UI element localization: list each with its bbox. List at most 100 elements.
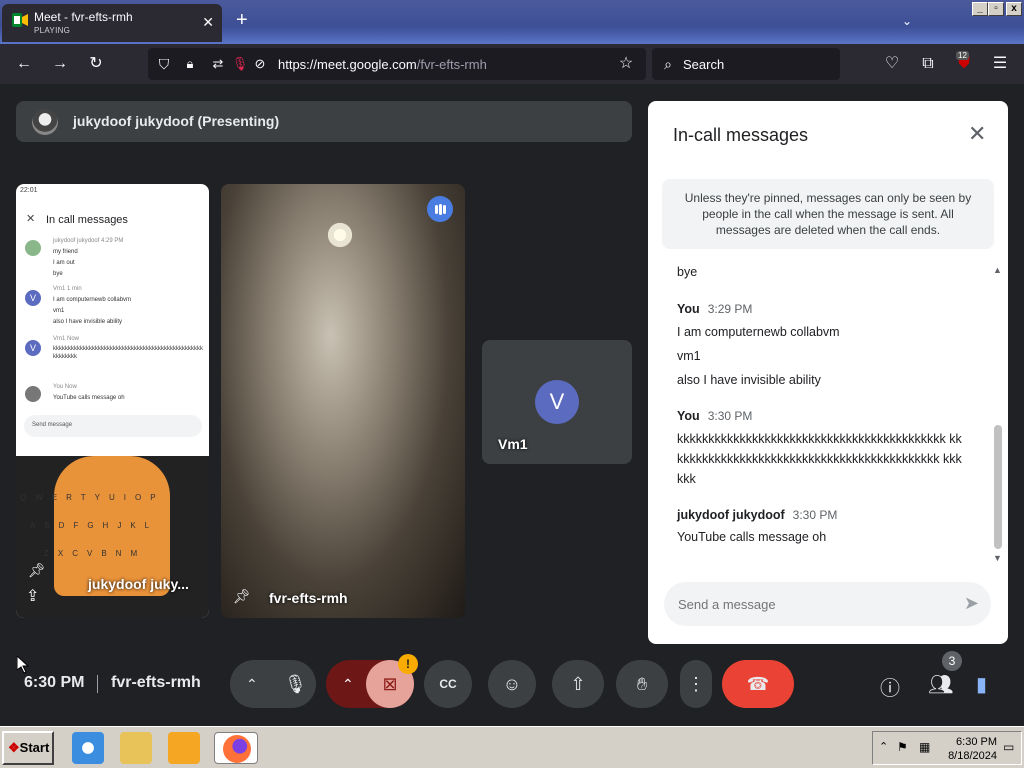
current-time: 6:30 PM [24,674,85,691]
leave-call-button[interactable]: ☎︎ [722,660,794,708]
participant-tile-vm1[interactable]: V Vm1 [482,340,632,464]
pin-icon[interactable]: 📌︎ [233,588,251,605]
maximize-window-button[interactable]: ▫ [988,2,1004,16]
tab-title: Meet - fvr-efts-rmh [34,10,133,24]
tracking-off-icon[interactable]: ⊘ [250,54,270,74]
phone-msg-sender: Vm1 Now [53,336,80,342]
clock-time[interactable]: 6:30 PM [947,736,997,748]
search-icon: ⌕ [664,56,672,72]
camera-off-icon: ⊠ [382,674,398,694]
chevron-up-icon[interactable]: ⌃ [342,660,354,708]
message-input-container: ➤ [664,582,991,626]
presenting-label: jukydoof jukydoof (Presenting) [73,113,280,129]
firefox-taskbar-button[interactable] [214,732,258,764]
plus-icon[interactable]: + [236,10,248,30]
ublock-count-badge: 12 [956,51,969,60]
camera-tile[interactable]: 📌︎ fvr-efts-rmh [221,184,465,618]
messages-notice: Unless they're pinned, messages can only… [662,179,994,249]
lock-icon[interactable]: 🔒︎ [180,54,200,74]
scroll-down-icon[interactable]: ▼ [993,553,1002,563]
chat-icon[interactable]: ▮ [976,672,987,697]
present-icon[interactable]: ⇪ [26,586,39,606]
phone-msg-line: kkkkkkkkkkkkkkkkkkkkkkkkkkkkkkkkkkkkkkkk… [53,346,203,360]
mouse-cursor-icon [17,656,29,674]
phone-msg-line: also I have invisible ability [53,319,123,325]
more-options-button[interactable]: ⋮ [680,660,712,708]
messages-scrollbar[interactable]: ▲ ▼ [992,265,1004,565]
phone-msg-sender: Vm1 1 min [53,286,82,292]
pocket-icon[interactable]: ♡ [882,54,902,74]
divider [97,675,98,693]
forward-icon[interactable]: → [50,54,70,74]
star-icon[interactable]: ☆ [616,54,636,74]
presentation-tile[interactable]: 22:01 ✕ In call messages jukydoof jukydo… [16,184,209,618]
message-text: I am computernewb collabvm [677,325,840,339]
scrollbar-thumb[interactable] [994,425,1002,549]
phone-msg-line: my friend [53,249,78,255]
emoji-icon: ☺ [502,674,522,694]
phone-msg-line: YouTube calls message oh [53,395,125,401]
presenter-avatar [32,109,58,135]
mic-off-icon[interactable]: 🎙︎ [230,54,250,74]
captions-button[interactable]: CC [424,660,472,708]
permissions-icon[interactable]: ⇄ [208,54,228,74]
close-window-button[interactable]: x [1006,2,1022,16]
tray-expand-icon[interactable]: ⌃ [879,740,888,753]
search-box[interactable]: ⌕ Search [652,48,840,80]
audio-control-group: ⌃ 🎙︎ [230,660,316,708]
people-icon[interactable]: 👥︎ [928,672,953,697]
presenting-banner[interactable]: jukydoof jukydoof (Presenting) [16,101,632,142]
show-desktop-icon[interactable]: ▭ [1003,740,1014,754]
message-text: vm1 [677,349,701,363]
scroll-up-icon[interactable]: ▲ [993,265,1002,275]
chevron-down-icon[interactable]: ⌄ [902,14,912,28]
url-text[interactable]: https://meet.google.com/fvr-efts-rmh [278,57,487,72]
speaking-indicator-icon [427,196,453,222]
firefox-icon [223,735,251,763]
minimize-window-button[interactable]: _ [972,2,988,16]
pin-icon[interactable]: 📌︎ [28,562,46,579]
phone-panel-title: In call messages [46,214,128,226]
reload-icon[interactable]: ↻ [86,54,106,74]
message-text: YouTube calls message oh [677,530,827,544]
message-text: bye [677,265,698,279]
more-vert-icon: ⋮ [687,674,705,694]
speaker-icon[interactable] [12,13,28,27]
url-bar[interactable]: ⛉ 🔒︎ ⇄ 🎙︎ ⊘ https://meet.google.com/fvr-… [148,48,646,80]
start-button[interactable]: ❖Start [2,731,54,765]
browser-tab[interactable]: Meet - fvr-efts-rmh PLAYING ✕ [2,4,222,42]
chevron-up-icon[interactable]: ⌃ [246,660,258,708]
present-button[interactable]: ⇧ [552,660,604,708]
menu-icon[interactable]: ☰ [990,54,1010,74]
message-text: kkkkkkkkkkkkkkkkkkkkkkkkkkkkkkkkkkkkkkkk… [677,432,962,486]
send-icon[interactable]: ➤ [964,593,979,614]
clock-date[interactable]: 8/18/2024 [947,750,997,762]
network-icon[interactable]: ▦ [919,740,930,754]
extensions-icon[interactable]: ⧉ [918,54,938,74]
captions-icon: CC [439,677,457,691]
camera-tile-name: fvr-efts-rmh [269,590,348,606]
camera-image [325,222,355,248]
hangup-icon: ☎︎ [746,674,770,694]
emoji-button[interactable]: ☺ [488,660,536,708]
message-input[interactable] [678,594,938,614]
phone-msg-sender: jukydoof jukydoof 4:29 PM [53,238,124,244]
phone-avatar: V [25,340,41,356]
tab-status: PLAYING [34,26,71,35]
phone-msg-line: I am out [53,260,75,266]
info-icon[interactable]: ⓘ [880,672,900,701]
phone-msg-line: I am computernewb collabvm [53,297,132,303]
internet-explorer-icon[interactable] [72,732,104,764]
vm1-avatar: V [535,380,579,424]
folder-icon[interactable] [120,732,152,764]
mic-icon[interactable]: 🎙︎ [284,660,307,708]
back-icon[interactable]: ← [14,54,34,74]
media-player-icon[interactable] [168,732,200,764]
flag-icon[interactable]: ⚑ [897,740,908,754]
close-icon[interactable]: ✕ [968,123,986,145]
phone-send-input: Send message [24,415,202,437]
raise-hand-button[interactable]: ✋︎ [616,660,668,708]
shield-icon[interactable]: ⛉ [154,54,174,74]
browser-tab-bar: Meet - fvr-efts-rmh PLAYING ✕ + ⌄ _ ▫ x [0,0,1024,44]
close-icon[interactable]: ✕ [202,14,214,31]
